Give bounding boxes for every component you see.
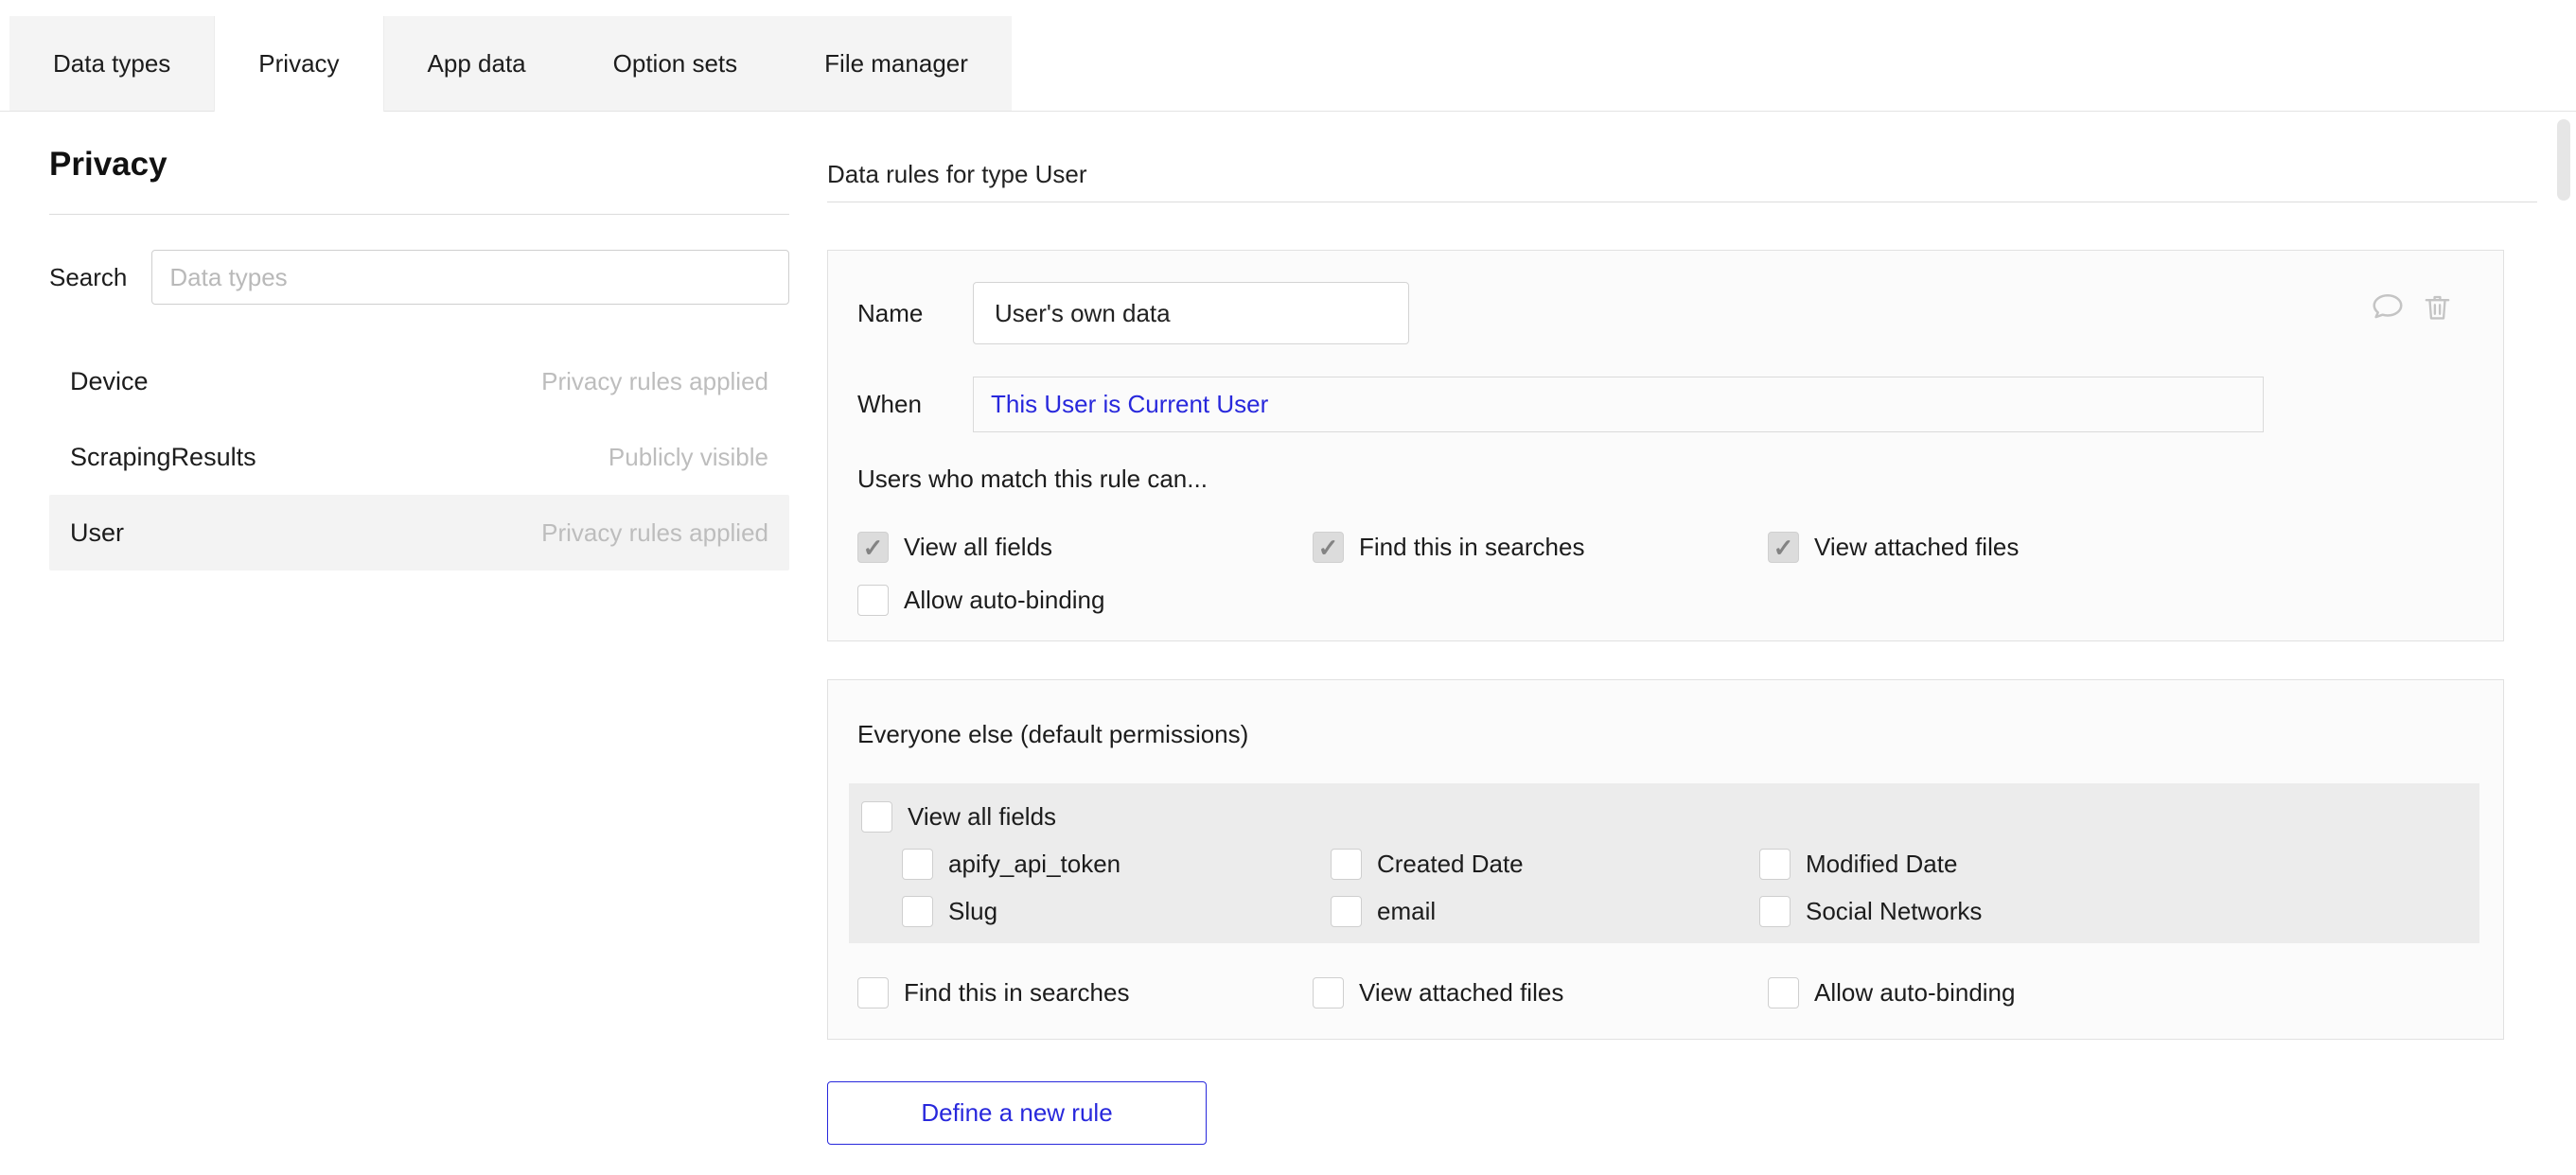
search-label: Search <box>49 263 127 292</box>
tab-privacy[interactable]: Privacy <box>214 16 383 112</box>
checkbox-label: Slug <box>948 897 997 926</box>
tab-option-sets[interactable]: Option sets <box>570 16 782 111</box>
data-type-name: ScrapingResults <box>70 443 256 472</box>
view-all-fields-checkbox[interactable] <box>857 532 889 563</box>
checkbox-label: Created Date <box>1377 850 1524 879</box>
checkbox-label: View all fields <box>908 802 1056 832</box>
name-field-row: Name <box>857 282 2474 344</box>
list-item-user[interactable]: User Privacy rules applied <box>49 495 789 570</box>
checkbox-label: View attached files <box>1814 533 2019 562</box>
find-in-searches-checkbox[interactable] <box>1313 532 1344 563</box>
perm-default-view-attached-files: View attached files <box>1313 977 1768 1008</box>
search-input[interactable] <box>151 250 789 305</box>
perm-default-view-all-fields: View all fields <box>861 801 2466 833</box>
checkbox-label: Allow auto-binding <box>904 586 1104 615</box>
list-item-device[interactable]: Device Privacy rules applied <box>49 343 789 419</box>
everyone-else-card: Everyone else (default permissions) View… <box>827 679 2504 1040</box>
data-rules-header: Data rules for type User <box>827 160 2537 202</box>
privacy-sidebar: Privacy Search Device Privacy rules appl… <box>49 146 789 570</box>
checkbox-label: Social Networks <box>1806 897 1982 926</box>
field-checkbox-grid: apify_api_token Created Date Modified Da… <box>902 849 2466 927</box>
checkbox-label: Modified Date <box>1806 850 1957 879</box>
modified-date-checkbox[interactable] <box>1759 849 1791 880</box>
view-attached-files-checkbox[interactable] <box>1768 532 1799 563</box>
default-find-in-searches-checkbox[interactable] <box>857 977 889 1008</box>
rule-name-input[interactable] <box>973 282 1409 344</box>
field-social-networks: Social Networks <box>1759 896 2466 927</box>
data-type-name: User <box>70 518 124 548</box>
checkbox-label: email <box>1377 897 1436 926</box>
data-type-list: Device Privacy rules applied ScrapingRes… <box>49 343 789 570</box>
created-date-checkbox[interactable] <box>1331 849 1362 880</box>
apify-api-token-checkbox[interactable] <box>902 849 933 880</box>
field-slug: Slug <box>902 896 1331 927</box>
perm-view-all-fields: View all fields <box>857 532 1313 563</box>
perm-allow-auto-binding: Allow auto-binding <box>857 585 1313 616</box>
data-type-name: Device <box>70 367 149 396</box>
when-condition-box[interactable]: This User is Current User <box>973 377 2264 432</box>
tab-bar: Data types Privacy App data Option sets … <box>0 0 2576 112</box>
perm-find-in-searches: Find this in searches <box>1313 532 1768 563</box>
name-label: Name <box>857 299 973 328</box>
trash-icon[interactable] <box>2421 290 2454 324</box>
match-rule-text: Users who match this rule can... <box>857 465 2474 494</box>
social-networks-checkbox[interactable] <box>1759 896 1791 927</box>
perm-view-attached-files: View attached files <box>1768 532 2474 563</box>
field-modified-date: Modified Date <box>1759 849 2466 880</box>
field-email: email <box>1331 896 1759 927</box>
page-title: Privacy <box>49 146 789 184</box>
allow-auto-binding-checkbox[interactable] <box>857 585 889 616</box>
when-label: When <box>857 390 973 419</box>
tab-app-data[interactable]: App data <box>384 16 570 111</box>
scrollbar-thumb[interactable] <box>2557 119 2570 201</box>
email-checkbox[interactable] <box>1331 896 1362 927</box>
rule-permissions-grid: View all fields Find this in searches Vi… <box>857 532 2474 616</box>
checkbox-label: apify_api_token <box>948 850 1120 879</box>
field-apify-api-token: apify_api_token <box>902 849 1331 880</box>
default-fields-area: View all fields apify_api_token Created … <box>849 783 2479 943</box>
checkbox-label: Find this in searches <box>904 978 1129 1008</box>
rule-card: Name When This User is Current User User… <box>827 250 2504 641</box>
perm-default-find-in-searches: Find this in searches <box>857 977 1313 1008</box>
search-row: Search <box>49 250 789 305</box>
data-type-status: Privacy rules applied <box>541 518 768 548</box>
checkbox-label: Allow auto-binding <box>1814 978 2015 1008</box>
when-field-row: When This User is Current User <box>857 377 2474 432</box>
define-new-rule-button[interactable]: Define a new rule <box>827 1081 1207 1145</box>
field-created-date: Created Date <box>1331 849 1759 880</box>
data-rules-panel: Data rules for type User <box>827 146 2537 1145</box>
slug-checkbox[interactable] <box>902 896 933 927</box>
comment-icon[interactable] <box>2370 289 2406 324</box>
default-permissions-grid: Find this in searches View attached file… <box>828 977 2503 1008</box>
checkbox-label: View attached files <box>1359 978 1563 1008</box>
checkbox-label: Find this in searches <box>1359 533 1584 562</box>
checkbox-label: View all fields <box>904 533 1052 562</box>
default-view-attached-files-checkbox[interactable] <box>1313 977 1344 1008</box>
rule-card-actions <box>2370 289 2454 324</box>
list-item-scrapingresults[interactable]: ScrapingResults Publicly visible <box>49 419 789 495</box>
default-view-all-fields-checkbox[interactable] <box>861 801 892 833</box>
tab-data-types[interactable]: Data types <box>9 16 214 111</box>
privacy-settings-page: Data types Privacy App data Option sets … <box>0 0 2576 1175</box>
data-type-status: Privacy rules applied <box>541 367 768 396</box>
sidebar-divider <box>49 214 789 215</box>
content-area: Privacy Search Device Privacy rules appl… <box>0 146 2576 1145</box>
perm-default-allow-auto-binding: Allow auto-binding <box>1768 977 2474 1008</box>
everyone-else-title: Everyone else (default permissions) <box>828 720 2503 749</box>
tab-group: Data types Privacy App data Option sets … <box>9 16 1012 111</box>
tab-file-manager[interactable]: File manager <box>781 16 1012 111</box>
data-type-status: Publicly visible <box>609 443 768 472</box>
default-allow-auto-binding-checkbox[interactable] <box>1768 977 1799 1008</box>
